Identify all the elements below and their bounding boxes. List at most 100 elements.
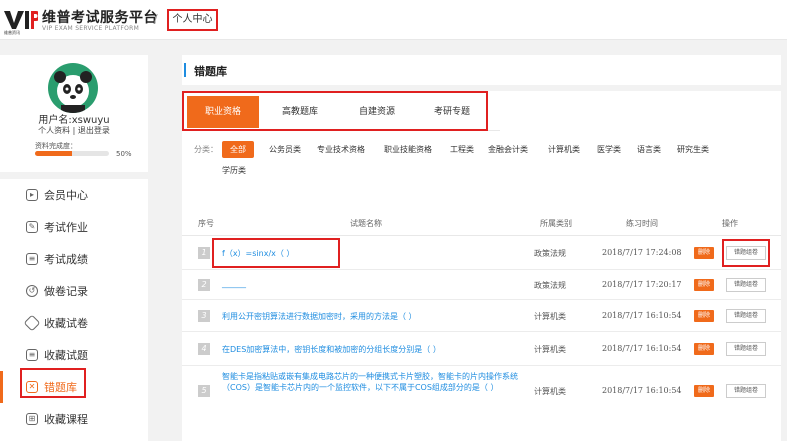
sidebar: 用户名:xswuyu 个人资料 | 退出登录 资料完成度： 50% ▸ 会员中心… [0, 55, 148, 441]
history-icon: ↺ [26, 285, 38, 297]
delete-button[interactable]: 删除 [694, 310, 714, 322]
sidebar-divider [0, 172, 148, 179]
vip-logo-icon[interactable] [4, 9, 38, 31]
category-academic-degree[interactable]: 学历类 [222, 165, 246, 176]
sidebar-item-wrong-questions[interactable]: ✕ 错题库 [0, 368, 148, 403]
question-title-link[interactable]: f（x）=sinx/x（ ） [222, 248, 294, 259]
sidebar-menu: ▸ 会员中心 ✎ 考试作业 ≡ 考试成绩 ↺ 做卷记录 收藏试卷 ≡ 收藏试题 … [0, 179, 148, 435]
category-engineering[interactable]: 工程类 [450, 144, 474, 155]
sidebar-item-label: 考试成绩 [44, 253, 88, 266]
sidebar-item-exam-records[interactable]: ↺ 做卷记录 [0, 275, 148, 307]
panel-header: 错题库 [182, 55, 781, 85]
list-icon: ≡ [26, 349, 38, 361]
category-language[interactable]: 语言类 [637, 144, 661, 155]
table-row: 1 f（x）=sinx/x（ ） 政策法规 2018/7/17 17:24:08… [182, 236, 781, 270]
sidebar-item-member-center[interactable]: ▸ 会员中心 [0, 179, 148, 211]
active-indicator [0, 371, 3, 403]
highlight-box [20, 368, 86, 398]
breadcrumb-separator: / [154, 12, 158, 25]
question-category: 计算机类 [534, 345, 566, 354]
panda-avatar-icon [54, 71, 92, 113]
table-row: 3 利用公开密钥算法进行数据加密时，采用的方法是（ ） 计算机类 2018/7/… [182, 300, 781, 332]
top-bar: 维普资讯 维普考试服务平台 VIP EXAM SERVICE PLATFORM … [0, 0, 787, 40]
sidebar-item-saved-courses[interactable]: ⊞ 收藏课程 [0, 403, 148, 435]
table-row: 2 ______ 政策法规 2018/7/17 17:20:17 删除 错题组卷 [182, 270, 781, 300]
wrong-question-paper-button[interactable]: 错题组卷 [726, 246, 766, 260]
row-number: 3 [198, 310, 210, 322]
tab-custom-resources[interactable]: 自建资源 [341, 96, 413, 128]
site-subtitle: VIP EXAM SERVICE PLATFORM [42, 25, 140, 32]
tab-higher-education[interactable]: 高教题库 [264, 96, 336, 128]
grade-icon: ≡ [26, 253, 38, 265]
completion-label: 资料完成度： [35, 142, 77, 150]
delete-button[interactable]: 删除 [694, 385, 714, 397]
question-title-link[interactable]: 智能卡是指粘贴或嵌有集成电路芯片的一种便携式卡片塑胶，智能卡的片内操作系统（CO… [222, 371, 522, 393]
row-number: 5 [198, 385, 210, 397]
category-medical[interactable]: 医学类 [597, 144, 621, 155]
question-category: 计算机类 [534, 312, 566, 321]
practice-time: 2018/7/17 17:24:08 [602, 248, 682, 257]
sidebar-item-label: 收藏试题 [44, 349, 88, 362]
wrong-question-paper-button[interactable]: 错题组卷 [726, 384, 766, 398]
question-category: 计算机类 [534, 387, 566, 396]
wrong-questions-table: 序号 试题名称 所属类别 练习时间 操作 1 f（x）=sinx/x（ ） 政策… [182, 208, 781, 441]
category-computer[interactable]: 计算机类 [548, 144, 580, 155]
practice-time: 2018/7/17 16:10:54 [602, 386, 682, 395]
column-header-category: 所属类别 [540, 219, 572, 228]
column-header-title: 试题名称 [350, 219, 382, 228]
question-title-link[interactable]: 在DES加密算法中，密钥长度和被加密的分组长度分别是（ ） [222, 344, 441, 355]
tab-postgraduate[interactable]: 考研专题 [416, 96, 488, 128]
wrong-question-paper-button[interactable]: 错题组卷 [726, 309, 766, 323]
column-header-actions: 操作 [722, 219, 738, 228]
wrong-question-paper-button[interactable]: 错题组卷 [726, 342, 766, 356]
row-number: 1 [198, 247, 210, 259]
category-finance-accounting[interactable]: 金融会计类 [488, 144, 528, 155]
category-civil-service[interactable]: 公务员类 [269, 144, 301, 155]
grid-icon: ⊞ [26, 413, 38, 425]
play-icon: ▸ [26, 189, 38, 201]
delete-button[interactable]: 删除 [694, 247, 714, 259]
practice-time: 2018/7/17 16:10:54 [602, 311, 682, 320]
question-category: 政策法规 [534, 281, 566, 290]
category-professional-technical[interactable]: 专业技术资格 [317, 144, 365, 155]
edit-icon: ✎ [26, 221, 38, 233]
tab-professional-qualification[interactable]: 职业资格 [187, 96, 259, 128]
category-all[interactable]: 全部 [222, 141, 254, 158]
completion-percent: 50% [116, 150, 132, 158]
sidebar-item-label: 收藏课程 [44, 413, 88, 426]
sidebar-item-saved-questions[interactable]: ≡ 收藏试题 [0, 339, 148, 371]
practice-time: 2018/7/17 16:10:54 [602, 344, 682, 353]
sidebar-item-exam-scores[interactable]: ≡ 考试成绩 [0, 243, 148, 275]
completion-progress-fill [35, 151, 72, 156]
row-number: 2 [198, 279, 210, 291]
layers-icon [23, 314, 41, 332]
practice-time: 2018/7/17 17:20:17 [602, 280, 682, 289]
sidebar-item-exam-homework[interactable]: ✎ 考试作业 [0, 211, 148, 243]
question-category: 政策法规 [534, 249, 566, 258]
site-title[interactable]: 维普考试服务平台 [42, 7, 158, 27]
page-title: 错题库 [194, 65, 227, 78]
profile-links[interactable]: 个人资料 | 退出登录 [0, 125, 148, 136]
title-accent-bar [184, 63, 186, 77]
question-title-link[interactable]: 利用公开密钥算法进行数据加密时，采用的方法是（ ） [222, 311, 417, 322]
category-postgraduate[interactable]: 研究生类 [677, 144, 709, 155]
sidebar-item-saved-papers[interactable]: 收藏试卷 [0, 307, 148, 339]
sidebar-item-label: 做卷记录 [44, 285, 88, 298]
category-vocational-skills[interactable]: 职业技能资格 [384, 144, 432, 155]
tabs-highlight-box: 职业资格 高教题库 自建资源 考研专题 [182, 91, 488, 131]
sidebar-item-label: 会员中心 [44, 189, 88, 202]
delete-button[interactable]: 删除 [694, 343, 714, 355]
username: 用户名:xswuyu [38, 115, 110, 126]
question-title-link[interactable]: ______ [222, 278, 246, 289]
category-label: 分类： [194, 145, 218, 154]
row-number: 4 [198, 343, 210, 355]
completion-progress-bar [35, 151, 109, 156]
breadcrumb-current[interactable]: 个人中心 [167, 9, 218, 31]
avatar[interactable] [48, 63, 98, 113]
delete-button[interactable]: 删除 [694, 279, 714, 291]
sidebar-item-label: 考试作业 [44, 221, 88, 234]
column-header-time: 练习时间 [626, 219, 658, 228]
table-row: 5 智能卡是指粘贴或嵌有集成电路芯片的一种便携式卡片塑胶，智能卡的片内操作系统（… [182, 366, 781, 416]
column-header-number: 序号 [198, 219, 214, 228]
wrong-question-paper-button[interactable]: 错题组卷 [726, 278, 766, 292]
